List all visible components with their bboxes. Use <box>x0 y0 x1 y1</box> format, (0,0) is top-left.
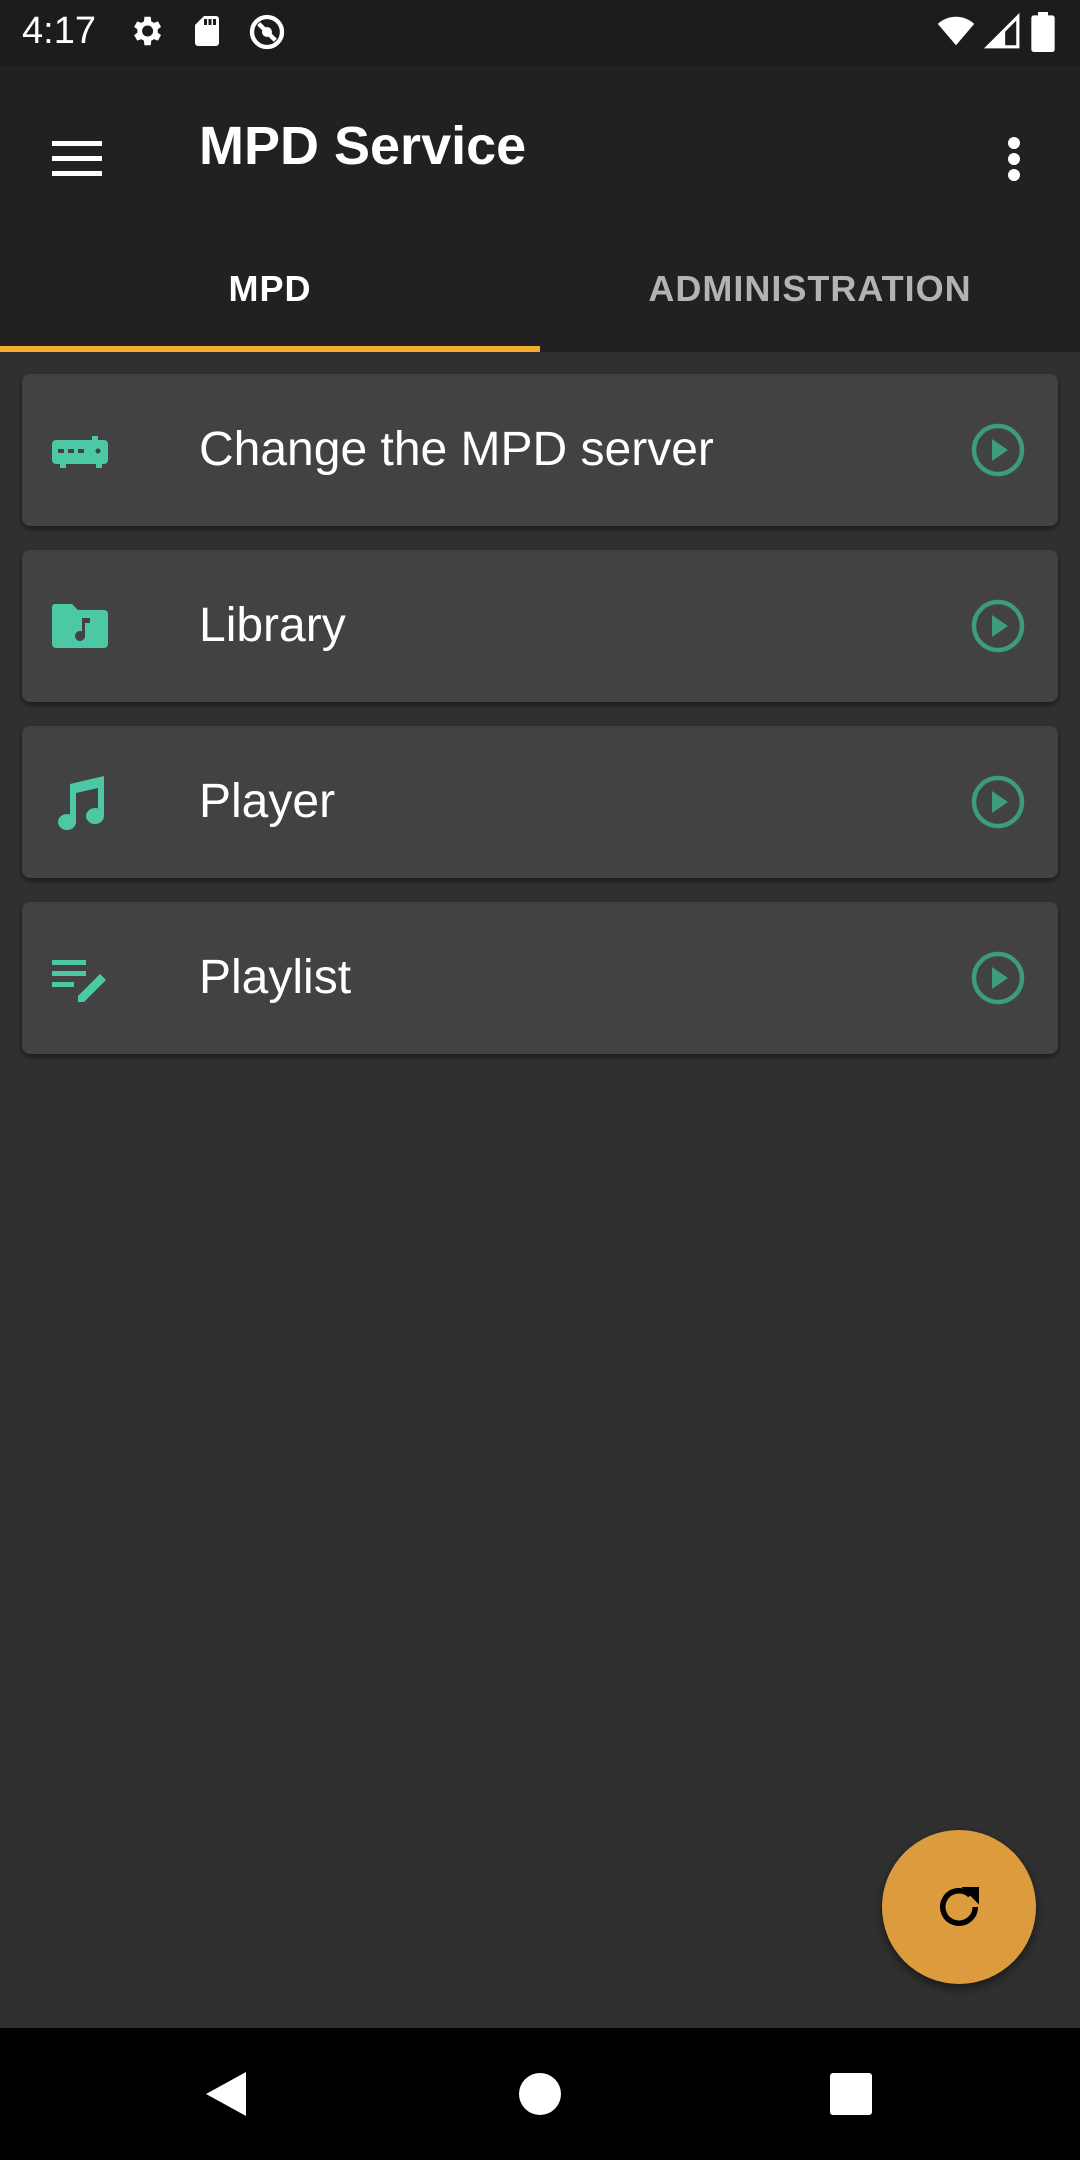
wifi-icon <box>937 16 975 46</box>
hamburger-menu-icon <box>52 141 102 176</box>
sync-icon <box>249 14 285 50</box>
tab-mpd[interactable]: MPD <box>0 225 540 352</box>
overflow-menu-button[interactable] <box>984 116 1044 202</box>
battery-icon <box>1031 12 1055 52</box>
more-vert-icon <box>1008 137 1020 181</box>
list-item-label: Player <box>199 775 336 828</box>
tab-administration[interactable]: ADMINISTRATION <box>540 225 1080 352</box>
refresh-fab[interactable] <box>882 1830 1036 1984</box>
play-circle-icon[interactable] <box>970 422 1026 478</box>
list-item-label: Library <box>199 599 346 652</box>
music-folder-icon <box>51 604 108 648</box>
recents-icon <box>830 2073 872 2115</box>
list-item-library[interactable]: Library <box>22 550 1058 702</box>
system-nav-bar <box>0 2028 1080 2160</box>
menu-button[interactable] <box>34 116 120 202</box>
play-circle-icon[interactable] <box>970 598 1026 654</box>
home-button[interactable] <box>500 2054 580 2134</box>
status-time: 4:17 <box>22 10 96 52</box>
list-item-label: Playlist <box>199 951 352 1004</box>
page-title: MPD Service <box>199 116 527 176</box>
router-icon <box>52 436 108 468</box>
music-note-icon <box>58 776 105 831</box>
sd-card-icon <box>195 16 219 46</box>
tab-bar: MPD ADMINISTRATION <box>0 225 1080 352</box>
list-item-player[interactable]: Player <box>22 726 1058 878</box>
list-item-change-server[interactable]: Change the MPD server <box>22 374 1058 526</box>
gear-icon <box>134 16 162 46</box>
recents-button[interactable] <box>811 2054 891 2134</box>
play-circle-icon[interactable] <box>970 950 1026 1006</box>
playlist-edit-icon <box>52 960 106 1002</box>
refresh-icon <box>940 1887 979 1926</box>
list-item-playlist[interactable]: Playlist <box>22 902 1058 1054</box>
tab-indicator <box>0 346 540 352</box>
play-circle-icon[interactable] <box>970 774 1026 830</box>
back-button[interactable] <box>186 2054 266 2134</box>
status-bar: 4:17 <box>0 0 1080 66</box>
home-icon <box>519 2073 561 2115</box>
signal-icon <box>983 12 1020 49</box>
back-icon <box>206 2072 246 2116</box>
list-item-label: Change the MPD server <box>199 423 714 476</box>
app-bar: MPD Service <box>0 66 1080 225</box>
